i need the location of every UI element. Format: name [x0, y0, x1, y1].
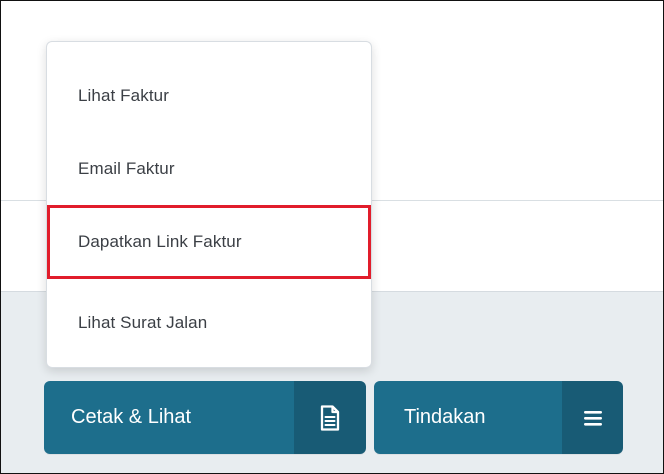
actions-label: Tindakan — [404, 406, 486, 428]
menu-item-view-delivery-note[interactable]: Lihat Surat Jalan — [47, 300, 371, 346]
menu-item-label: Lihat Faktur — [78, 86, 169, 105]
actions-button[interactable]: Tindakan — [374, 381, 562, 454]
menu-item-view-invoice[interactable]: Lihat Faktur — [47, 73, 371, 119]
menu-item-label: Dapatkan Link Faktur — [78, 232, 242, 251]
screenshot-frame: Lihat Faktur Email Faktur Dapatkan Link … — [0, 0, 664, 474]
menu-item-label: Lihat Surat Jalan — [78, 313, 208, 332]
hamburger-menu-icon — [583, 409, 603, 427]
actions-button-group: Tindakan — [374, 381, 623, 454]
menu-item-email-invoice[interactable]: Email Faktur — [47, 146, 371, 192]
menu-item-get-invoice-link[interactable]: Dapatkan Link Faktur — [47, 205, 371, 279]
print-view-button[interactable]: Cetak & Lihat — [44, 381, 294, 454]
print-options-dropdown: Lihat Faktur Email Faktur Dapatkan Link … — [46, 41, 372, 368]
print-options-toggle[interactable] — [294, 381, 366, 454]
document-icon — [318, 404, 342, 432]
actions-menu-toggle[interactable] — [562, 381, 623, 454]
print-view-button-group: Cetak & Lihat — [44, 381, 366, 454]
print-view-label: Cetak & Lihat — [71, 406, 192, 428]
menu-item-label: Email Faktur — [78, 159, 175, 178]
